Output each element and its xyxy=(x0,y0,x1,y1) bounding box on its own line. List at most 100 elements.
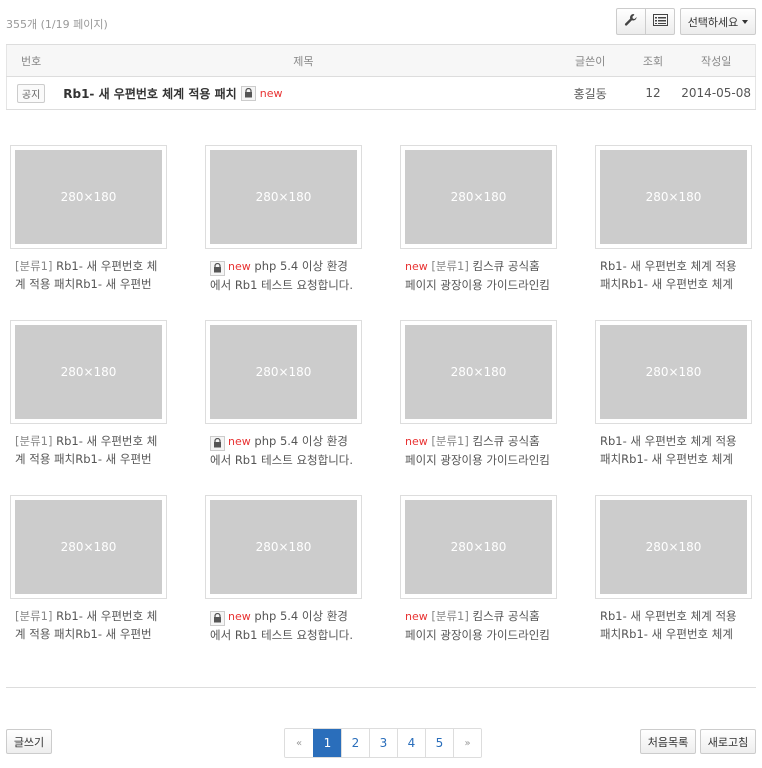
new-badge: new xyxy=(228,435,251,448)
card-caption[interactable]: new php 5.4 이상 환경에서 Rb1 테스트 요청합니다. xyxy=(205,432,355,468)
prev-page-button[interactable]: « xyxy=(285,729,313,757)
card-caption[interactable]: [분류1] Rb1- 새 우편번호 체계 적용 패치Rb1- 새 우편번 xyxy=(10,432,160,468)
lock-icon xyxy=(240,85,256,101)
thumbnail[interactable]: 280×180 xyxy=(400,320,557,424)
page-3-button[interactable]: 3 xyxy=(369,729,397,757)
wrench-icon xyxy=(624,13,638,30)
gallery-card[interactable]: 280×180 [분류1] Rb1- 새 우편번호 체계 적용 패치Rb1- 새… xyxy=(10,495,167,643)
col-date: 작성일 xyxy=(677,44,757,77)
table-header-row: 번호 제목 글쓴이 조회 작성일 xyxy=(6,44,757,77)
lock-icon xyxy=(210,435,225,451)
gallery-card[interactable]: 280×180 [분류1] Rb1- 새 우편번호 체계 적용 패치Rb1- 새… xyxy=(10,320,167,468)
card-category: [분류1] xyxy=(431,434,469,448)
col-number: 번호 xyxy=(6,44,56,77)
thumbnail-placeholder: 280×180 xyxy=(405,150,552,244)
card-caption[interactable]: [분류1] Rb1- 새 우편번호 체계 적용 패치Rb1- 새 우편번 xyxy=(10,257,160,293)
admin-tool-button[interactable] xyxy=(616,8,646,35)
card-caption[interactable]: Rb1- 새 우편번호 체계 적용 패치Rb1- 새 우편번호 체계 xyxy=(595,257,745,293)
card-category: [분류1] xyxy=(15,609,53,623)
notice-views: 12 xyxy=(628,76,678,110)
gallery-card[interactable]: 280×180 new [분류1] 킴스큐 공식홈페이지 광장이용 가이드라인킴 xyxy=(400,320,557,468)
thumbnail[interactable]: 280×180 xyxy=(595,495,752,599)
page-5-button[interactable]: 5 xyxy=(425,729,453,757)
notice-badge: 공지 xyxy=(16,83,46,103)
gallery-card[interactable]: 280×180 Rb1- 새 우편번호 체계 적용 패치Rb1- 새 우편번호 … xyxy=(595,495,752,643)
new-badge: new xyxy=(259,86,283,100)
thumbnail[interactable]: 280×180 xyxy=(10,145,167,249)
card-caption[interactable]: new [분류1] 킴스큐 공식홈페이지 광장이용 가이드라인킴 xyxy=(400,432,550,468)
thumbnail-placeholder: 280×180 xyxy=(600,500,747,594)
board-toolbar: 355개 (1/19 페이지) 선택하세요 xyxy=(0,8,762,36)
thumbnail-placeholder: 280×180 xyxy=(405,325,552,419)
col-title: 제목 xyxy=(55,44,552,77)
gallery-card[interactable]: 280×180 [분류1] Rb1- 새 우편번호 체계 적용 패치Rb1- 새… xyxy=(10,145,167,293)
caret-down-icon xyxy=(742,19,749,24)
col-author: 글쓴이 xyxy=(551,44,629,77)
thumbnail[interactable]: 280×180 xyxy=(10,495,167,599)
pagination: « 1 2 3 4 5 » xyxy=(284,728,482,758)
thumbnail[interactable]: 280×180 xyxy=(595,145,752,249)
thumbnail-placeholder: 280×180 xyxy=(15,500,162,594)
card-caption[interactable]: new php 5.4 이상 환경에서 Rb1 테스트 요청합니다. xyxy=(205,257,355,293)
view-mode-button[interactable] xyxy=(645,8,675,35)
lock-icon xyxy=(210,260,225,276)
gallery-card[interactable]: 280×180 new [분류1] 킴스큐 공식홈페이지 광장이용 가이드라인킴 xyxy=(400,495,557,643)
refresh-button[interactable]: 새로고침 xyxy=(700,729,756,754)
thumbnail[interactable]: 280×180 xyxy=(400,145,557,249)
card-caption[interactable]: new php 5.4 이상 환경에서 Rb1 테스트 요청합니다. xyxy=(205,607,355,643)
new-badge: new xyxy=(405,435,428,448)
page-1-button[interactable]: 1 xyxy=(313,729,341,757)
gallery-card[interactable]: 280×180 new php 5.4 이상 환경에서 Rb1 테스트 요청합니… xyxy=(205,320,362,468)
notice-title-link[interactable]: Rb1- 새 우편번호 체계 적용 패치 xyxy=(63,85,237,102)
divider xyxy=(6,687,756,688)
write-button[interactable]: 글쓰기 xyxy=(6,729,52,754)
new-badge: new xyxy=(228,260,251,273)
card-caption[interactable]: Rb1- 새 우편번호 체계 적용 패치Rb1- 새 우편번호 체계 xyxy=(595,432,745,468)
thumbnail-placeholder: 280×180 xyxy=(600,325,747,419)
gallery-card[interactable]: 280×180 Rb1- 새 우편번호 체계 적용 패치Rb1- 새 우편번호 … xyxy=(595,320,752,468)
page-4-button[interactable]: 4 xyxy=(397,729,425,757)
card-category: [분류1] xyxy=(431,609,469,623)
col-views: 조회 xyxy=(628,44,678,77)
new-badge: new xyxy=(228,610,251,623)
card-caption[interactable]: new [분류1] 킴스큐 공식홈페이지 광장이용 가이드라인킴 xyxy=(400,607,550,643)
card-title: Rb1- 새 우편번호 체계 적용 패치Rb1- 새 우편번호 체계 xyxy=(600,434,737,466)
thumbnail[interactable]: 280×180 xyxy=(205,495,362,599)
total-count: 355개 (1/19 페이지) xyxy=(6,18,108,31)
thumbnail[interactable]: 280×180 xyxy=(205,145,362,249)
thumbnail-placeholder: 280×180 xyxy=(15,150,162,244)
page-2-button[interactable]: 2 xyxy=(341,729,369,757)
board-list-table: 번호 제목 글쓴이 조회 작성일 공지 Rb1- 새 우편번호 체계 적용 패치… xyxy=(6,44,757,110)
card-category: [분류1] xyxy=(431,259,469,273)
notice-row[interactable]: 공지 Rb1- 새 우편번호 체계 적용 패치 new 홍길동 12 2014-… xyxy=(6,76,757,110)
sort-select-label: 선택하세요 xyxy=(687,15,739,29)
notice-author: 홍길동 xyxy=(551,76,629,110)
thumbnail[interactable]: 280×180 xyxy=(595,320,752,424)
card-category: [분류1] xyxy=(15,434,53,448)
list-view-icon xyxy=(652,14,668,29)
card-title: Rb1- 새 우편번호 체계 적용 패치Rb1- 새 우편번호 체계 xyxy=(600,259,737,291)
thumbnail[interactable]: 280×180 xyxy=(400,495,557,599)
gallery-card[interactable]: 280×180 Rb1- 새 우편번호 체계 적용 패치Rb1- 새 우편번호 … xyxy=(595,145,752,293)
thumbnail-placeholder: 280×180 xyxy=(405,500,552,594)
gallery-card[interactable]: 280×180 new [분류1] 킴스큐 공식홈페이지 광장이용 가이드라인킴 xyxy=(400,145,557,293)
thumbnail-placeholder: 280×180 xyxy=(210,150,357,244)
card-caption[interactable]: [분류1] Rb1- 새 우편번호 체계 적용 패치Rb1- 새 우편번 xyxy=(10,607,160,643)
new-badge: new xyxy=(405,610,428,623)
gallery-card[interactable]: 280×180 new php 5.4 이상 환경에서 Rb1 테스트 요청합니… xyxy=(205,145,362,293)
gallery-card[interactable]: 280×180 new php 5.4 이상 환경에서 Rb1 테스트 요청합니… xyxy=(205,495,362,643)
card-title: Rb1- 새 우편번호 체계 적용 패치Rb1- 새 우편번호 체계 xyxy=(600,609,737,641)
card-caption[interactable]: new [분류1] 킴스큐 공식홈페이지 광장이용 가이드라인킴 xyxy=(400,257,550,293)
thumbnail[interactable]: 280×180 xyxy=(10,320,167,424)
thumbnail-placeholder: 280×180 xyxy=(210,500,357,594)
next-page-button[interactable]: » xyxy=(453,729,481,757)
sort-select[interactable]: 선택하세요 xyxy=(680,8,756,35)
thumbnail-placeholder: 280×180 xyxy=(210,325,357,419)
notice-date: 2014-05-08 xyxy=(677,76,757,110)
first-list-button[interactable]: 처음목록 xyxy=(640,729,696,754)
card-caption[interactable]: Rb1- 새 우편번호 체계 적용 패치Rb1- 새 우편번호 체계 xyxy=(595,607,745,643)
lock-icon xyxy=(210,610,225,626)
card-category: [분류1] xyxy=(15,259,53,273)
new-badge: new xyxy=(405,260,428,273)
thumbnail[interactable]: 280×180 xyxy=(205,320,362,424)
